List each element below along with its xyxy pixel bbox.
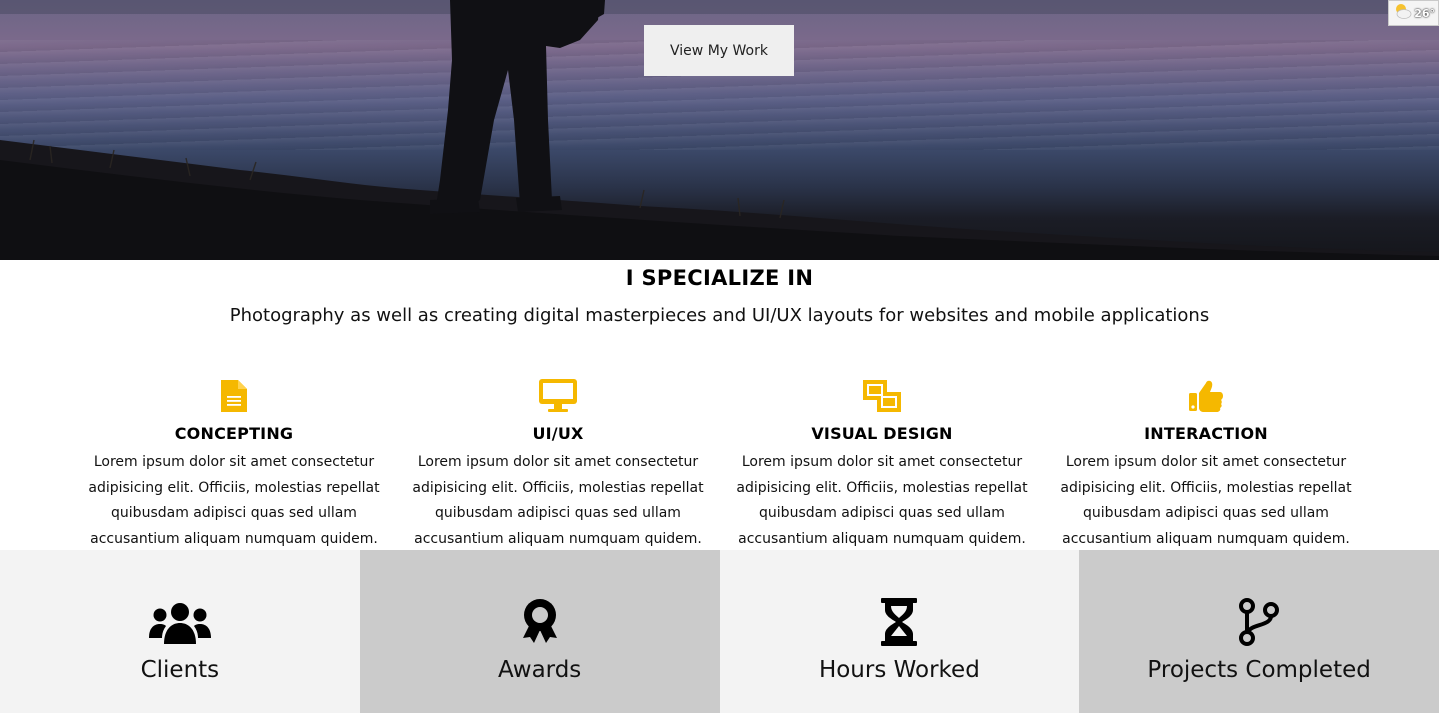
- hourglass-icon: [720, 598, 1080, 646]
- desktop-icon: [396, 378, 720, 414]
- stat-label: Hours Worked: [818, 657, 980, 683]
- stats-section: Clients Awards Hours Worked Projects Com…: [0, 550, 1439, 713]
- service-description: Lorem ipsum dolor sit amet consectetur a…: [1060, 454, 1352, 547]
- specialize-subtitle: Photography as well as creating digital …: [229, 305, 1210, 326]
- service-concepting: CONCEPTING Lorem ipsum dolor sit amet co…: [72, 378, 396, 548]
- object-ungroup-icon: [720, 378, 1044, 414]
- users-icon: [0, 598, 360, 646]
- service-description: Lorem ipsum dolor sit amet consectetur a…: [412, 454, 704, 547]
- stat-awards: Awards: [359, 550, 720, 713]
- service-ui-ux: UI/UX Lorem ipsum dolor sit amet consect…: [396, 378, 720, 548]
- hero-section: View My Work: [0, 0, 1439, 260]
- specialize-title: I SPECIALIZE IN: [625, 266, 814, 290]
- stat-label: Projects Completed: [1147, 657, 1371, 683]
- partly-cloudy-icon: [1393, 1, 1413, 25]
- stat-projects-completed: Projects Completed: [1079, 550, 1439, 713]
- service-description: Lorem ipsum dolor sit amet consectetur a…: [736, 454, 1028, 547]
- thumbs-up-icon: [1044, 378, 1368, 414]
- stat-hours-worked: Hours Worked: [719, 550, 1080, 713]
- service-visual-design: VISUAL DESIGN Lorem ipsum dolor sit amet…: [720, 378, 1044, 548]
- service-description: Lorem ipsum dolor sit amet consectetur a…: [88, 454, 380, 547]
- service-name: CONCEPTING: [174, 424, 294, 443]
- service-interaction: INTERACTION Lorem ipsum dolor sit amet c…: [1044, 378, 1368, 548]
- view-my-work-button[interactable]: View My Work: [644, 25, 794, 76]
- document-icon: [72, 378, 396, 414]
- service-name: VISUAL DESIGN: [811, 424, 953, 443]
- stat-label: Clients: [140, 657, 220, 683]
- service-name: UI/UX: [532, 424, 584, 443]
- code-branch-icon: [1079, 598, 1439, 646]
- services-row: CONCEPTING Lorem ipsum dolor sit amet co…: [72, 378, 1368, 548]
- weather-widget[interactable]: 26°: [1388, 0, 1439, 26]
- service-name: INTERACTION: [1144, 424, 1268, 443]
- stat-clients: Clients: [0, 550, 360, 713]
- stat-label: Awards: [497, 657, 582, 683]
- weather-temperature: 26°: [1414, 6, 1435, 20]
- award-icon: [360, 598, 720, 646]
